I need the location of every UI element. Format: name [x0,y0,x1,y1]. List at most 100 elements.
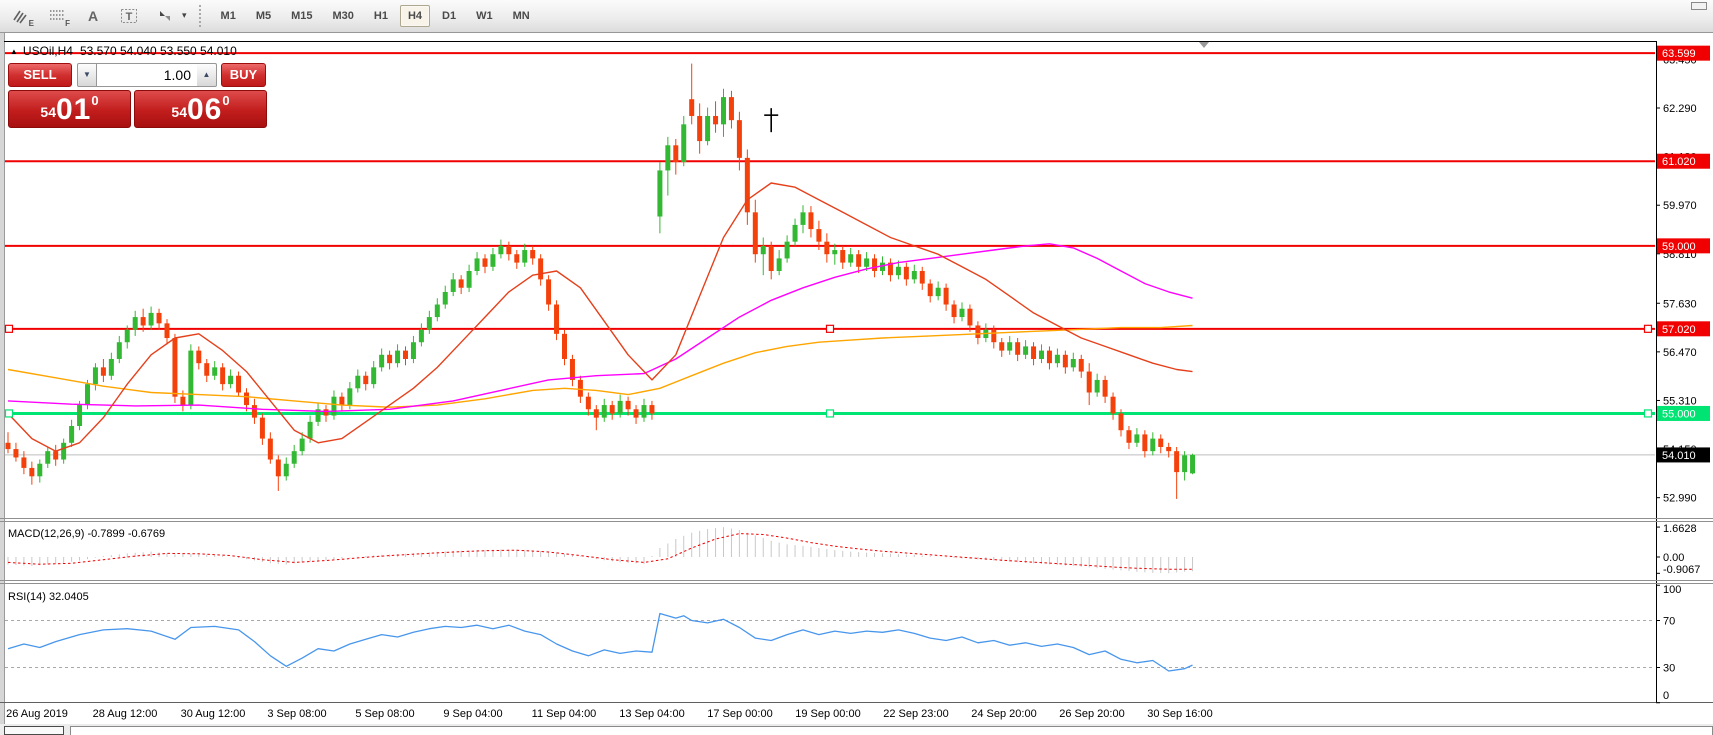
candle-body [1007,342,1012,350]
lower-window-titlebar-edge[interactable] [70,726,1713,735]
candle-body [729,97,734,120]
candle-body [101,367,106,375]
text-box-icon[interactable]: T [114,4,144,28]
timeframe-button-m15[interactable]: M15 [283,5,320,27]
candle-body [960,309,965,317]
collapse-triangle-icon[interactable]: ▲ [10,47,18,56]
window-left-frame [0,33,4,724]
candle-body [530,250,535,258]
candle-body [657,170,662,216]
candle-body [506,246,511,254]
hline-handle[interactable] [827,410,834,417]
candle-body [578,380,583,397]
candle-body [37,464,42,477]
volume-increase-button[interactable]: ▲ [197,63,217,87]
terminal-window: EFAT ▾ M1M5M15M30H1H4D1W1MN 63.45062.290… [0,0,1713,735]
timeframe-button-m5[interactable]: M5 [248,5,279,27]
hline-handle[interactable] [1645,410,1652,417]
toolbar-grip[interactable] [199,5,201,27]
volume-input[interactable] [97,63,197,87]
sell-button[interactable]: SELL [8,63,72,87]
candle-body [1079,359,1084,372]
text-label-icon[interactable]: A [78,4,108,28]
minimized-window-tab[interactable] [4,726,64,735]
macd-axis-label: -0.9067 [1663,564,1700,576]
svg-text:T: T [126,11,133,23]
candle-body [69,426,74,443]
candle-body [538,258,543,279]
candle-body [896,267,901,275]
time-axis-label: 30 Aug 12:00 [181,708,246,720]
candle-body [761,246,766,254]
chart-ohlc-label: 53.570 54.040 53.550 54.010 [80,44,237,58]
candle-body [928,284,933,297]
candle-body [912,271,917,279]
candle-body [427,317,432,330]
macd-label: MACD(12,26,9) -0.7899 -0.6769 [8,528,165,540]
candle-body [204,363,209,376]
volume-decrease-button[interactable]: ▼ [77,63,97,87]
arrows-objects-icon[interactable] [150,4,180,28]
candle-body [793,225,798,242]
candle-body [904,267,909,280]
price-tick-label: 62.290 [1663,103,1697,115]
hline-handle[interactable] [1645,325,1652,332]
candle-body [777,258,782,271]
candle-body [403,351,408,359]
timeframe-button-h1[interactable]: H1 [366,5,396,27]
macd-axis-label: 1.6628 [1663,523,1697,535]
candle-body [308,422,313,439]
candle-body [467,271,472,288]
hline-handle[interactable] [827,325,834,332]
time-axis-label: 11 Sep 04:00 [532,708,597,720]
price-tick-label: 57.630 [1663,298,1697,310]
time-axis-label: 3 Sep 08:00 [267,708,326,720]
candle-body [514,254,519,262]
indicators-draw-icon[interactable]: E [6,4,36,28]
candle-body [975,325,980,338]
candle-body [1071,359,1076,367]
timeframe-buttons: M1M5M15M30H1H4D1W1MN [211,5,540,27]
sell-price-display[interactable]: 54010 [8,90,131,128]
candle-body [220,367,225,384]
timeframe-button-m30[interactable]: M30 [325,5,362,27]
timeframe-button-w1[interactable]: W1 [468,5,501,27]
hline-handle[interactable] [6,325,13,332]
candle-body [268,439,273,460]
candle-body [149,313,154,326]
rsi-axis-label: 30 [1663,663,1675,675]
price-tick-label: 56.470 [1663,347,1697,359]
grid-pattern-icon[interactable]: F [42,4,72,28]
candle-body [1063,355,1068,368]
candle-body [21,457,26,467]
buy-price-display[interactable]: 54060 [134,90,267,128]
candle-body [77,405,82,426]
candle-body [689,99,694,116]
candle-body [713,116,718,124]
candle-body [451,279,456,292]
timeframe-button-h4[interactable]: H4 [400,5,430,27]
chevron-down-icon[interactable]: ▾ [182,10,187,21]
hline-handle[interactable] [6,410,13,417]
buy-price-prefix: 54 [171,99,187,125]
candle-body [649,405,654,413]
buy-button[interactable]: BUY [221,63,266,87]
candle-body [681,124,686,162]
candle-body [554,305,559,334]
time-axis-label: 9 Sep 04:00 [443,708,502,720]
timeframe-button-m1[interactable]: M1 [213,5,244,27]
candle-body [172,338,177,397]
candle-body [435,305,440,318]
candle-body [93,367,98,384]
candle-body [562,334,567,359]
candle-body [363,376,368,384]
timeframe-button-d1[interactable]: D1 [434,5,464,27]
candle-body [292,451,297,464]
candle-body [1134,434,1139,442]
candle-body [848,254,853,262]
candle-body [673,145,678,162]
chart-title: ▲USOil,H453.570 54.040 53.550 54.010 [10,44,237,58]
timeframe-button-mn[interactable]: MN [505,5,538,27]
toolbar-object-icons: EFA T [6,4,186,28]
candle-body [45,451,50,464]
